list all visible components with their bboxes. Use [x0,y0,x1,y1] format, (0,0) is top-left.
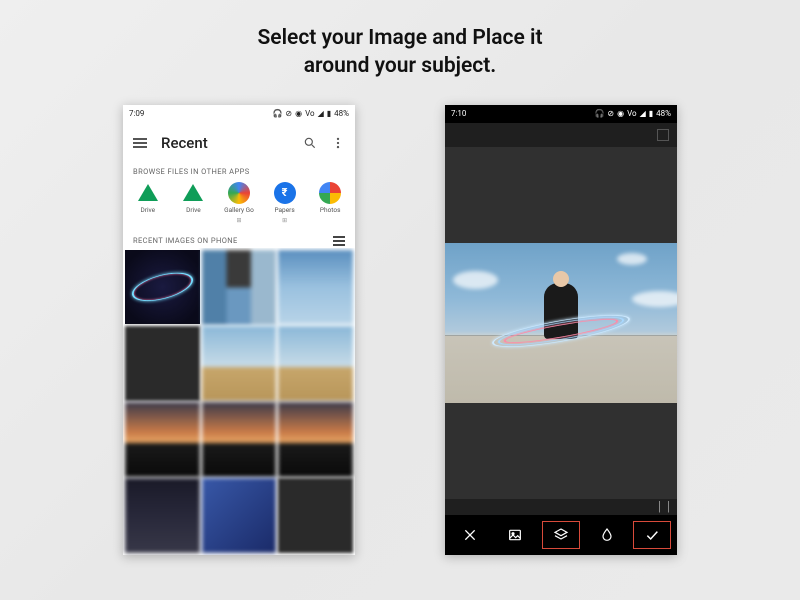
browse-apps-label: BROWSE FILES IN OTHER APPS [123,163,355,178]
add-image-button[interactable] [493,515,539,555]
thumbnail[interactable] [202,326,277,401]
headphones-icon: 🎧 [594,109,604,118]
page-title: Recent [161,134,289,152]
carrier-label: Vo [305,109,314,118]
instruction-heading: Select your Image and Place it around yo… [257,24,542,81]
thumbnail[interactable] [278,402,353,477]
carrier-label: Vo [627,109,636,118]
editor-top-bar [445,123,677,147]
papers-icon: ₹ [274,182,296,204]
image-icon [507,527,523,543]
phones-row: 7:09 🎧 ⊘ ◉ Vo ◢ ▮ 48% Recent BROWSE FILE… [123,105,677,555]
opacity-button[interactable] [584,515,630,555]
battery-percent: 48% [656,109,671,118]
status-bar: 7:10 🎧 ⊘ ◉ Vo ◢ ▮ 48% [445,105,677,123]
editor-toolbar [445,515,677,555]
app-drive-2[interactable]: Drive [173,182,213,224]
cloud [453,271,498,289]
confirm-button[interactable] [629,515,675,555]
apps-row: Drive Drive Gallery Go ⊞ ₹ Papers ⊞ Phot… [123,178,355,232]
app-papers[interactable]: ₹ Papers ⊞ [265,182,305,224]
recent-images-label: RECENT IMAGES ON PHONE [133,236,238,245]
app-gallery-go[interactable]: Gallery Go ⊞ [219,182,259,224]
cloud [632,291,677,307]
app-label: Papers [274,207,294,214]
app-bar: Recent [123,123,355,163]
wifi-icon: ◉ [617,109,624,118]
compare-icon[interactable] [657,129,669,141]
editor-canvas[interactable] [445,147,677,499]
highlight-box [633,521,671,549]
battery-icon: ▮ [327,109,331,118]
status-bar: 7:09 🎧 ⊘ ◉ Vo ◢ ▮ 48% [123,105,355,123]
editor-screen: 7:10 🎧 ⊘ ◉ Vo ◢ ▮ 48% [445,105,677,555]
app-drive-1[interactable]: Drive [128,182,168,224]
thumbnail[interactable] [202,402,277,477]
app-label: Photos [320,207,341,214]
menu-icon[interactable] [133,138,147,148]
headline-line-2: around your subject. [257,52,542,80]
editor-bottom-bar [445,499,677,515]
layers-button[interactable] [538,515,584,555]
bookmark-icon[interactable] [659,501,669,513]
thumbnail[interactable] [125,402,200,477]
file-picker-screen: 7:09 🎧 ⊘ ◉ Vo ◢ ▮ 48% Recent BROWSE FILE… [123,105,355,555]
app-photos[interactable]: Photos [310,182,350,224]
drive-icon [182,182,204,204]
signal-icon: ◢ [640,109,646,118]
dnd-icon: ⊘ [607,109,614,118]
opacity-icon [599,527,615,543]
battery-icon: ▮ [649,109,653,118]
thumbnail[interactable] [202,250,277,325]
close-icon [462,527,478,543]
composited-image[interactable] [445,243,677,403]
headphones-icon: 🎧 [272,109,282,118]
thumbnail[interactable] [125,478,200,553]
app-label: Gallery Go [224,207,254,214]
drive-icon [137,182,159,204]
status-time: 7:10 [451,109,466,118]
photos-icon [319,182,341,204]
subject-person [544,283,578,339]
battery-percent: 48% [334,109,349,118]
thumbnail[interactable] [278,326,353,401]
signal-icon: ◢ [318,109,324,118]
image-grid [123,248,355,555]
headline-line-1: Select your Image and Place it [257,24,542,52]
indicator-icon: ⊞ [282,217,287,224]
more-icon[interactable] [331,136,345,150]
highlight-box [542,521,580,549]
list-view-icon[interactable] [333,236,345,246]
wifi-icon: ◉ [295,109,302,118]
indicator-icon: ⊞ [236,217,241,224]
app-label: Drive [140,207,155,214]
gallery-icon [228,182,250,204]
dnd-icon: ⊘ [285,109,292,118]
status-time: 7:09 [129,109,144,118]
search-icon[interactable] [303,136,317,150]
thumbnail[interactable] [278,478,353,553]
app-label: Drive [186,207,201,214]
cloud [617,253,647,265]
thumbnail[interactable] [202,478,277,553]
thumbnail[interactable] [125,326,200,401]
thumbnail-spiral[interactable] [125,250,200,325]
close-button[interactable] [447,515,493,555]
thumbnail[interactable] [278,250,353,325]
